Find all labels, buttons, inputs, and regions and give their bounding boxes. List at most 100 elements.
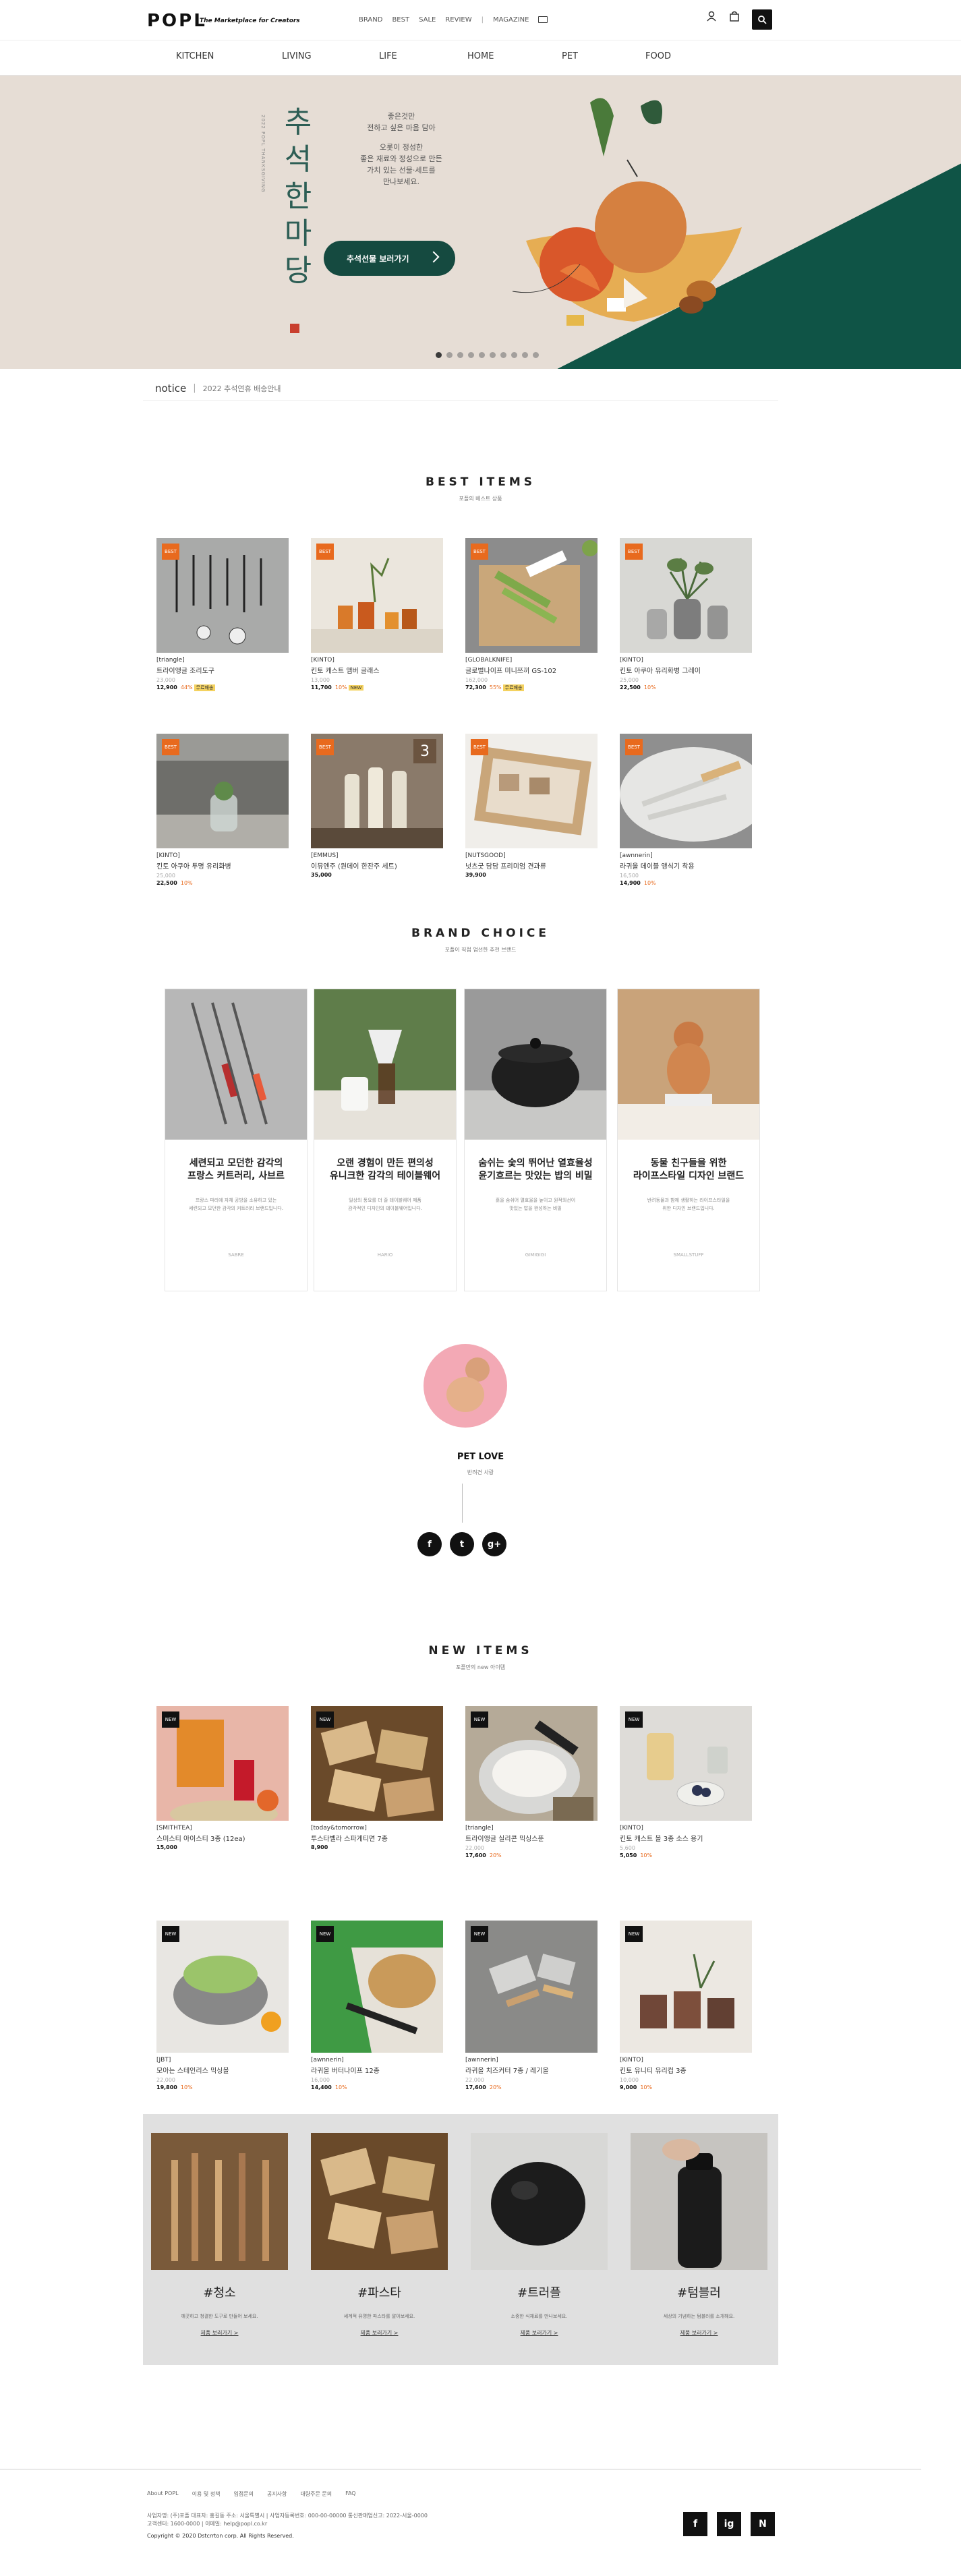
footer-link-policy[interactable]: 이용 및 정책 [192, 2490, 221, 2498]
google-plus-icon[interactable]: g+ [482, 1532, 506, 1556]
book-icon[interactable] [538, 16, 548, 23]
notice-bar[interactable]: notice | 2022 추석연휴 배송안내 [143, 376, 778, 401]
slide-dot[interactable] [533, 352, 539, 358]
footer-facebook-icon[interactable]: f [683, 2512, 707, 2536]
product-image[interactable]: BEST [620, 538, 752, 653]
product-card[interactable]: NEW [KINTO] 킨토 캐스트 볼 3종 소스 용기 5,600 5,05… [620, 1706, 752, 1858]
product-card[interactable]: NEW [awnnerin] 라귀올 버터나이프 12종 16,000 14,4… [311, 1921, 443, 2090]
hashtag-more-link[interactable]: 제품 보러가기 > [151, 2329, 288, 2337]
footer-link-about[interactable]: About POPL [147, 2490, 179, 2498]
product-image[interactable]: BEST [465, 734, 598, 848]
category-home[interactable]: HOME [467, 51, 494, 61]
product-image[interactable]: BEST [156, 538, 289, 653]
gnb-review[interactable]: REVIEW [445, 16, 471, 24]
slide-dot[interactable] [446, 352, 453, 358]
product-name[interactable]: 넛츠굿 담담 프리미엄 견과류 [465, 860, 598, 871]
hashtag-card[interactable]: #파스타 세계적 유명한 파스타를 알아보세요. 제품 보러가기 > [311, 2133, 448, 2337]
product-name[interactable]: 킨토 캐스트 앰버 글래스 [311, 665, 443, 675]
user-icon[interactable] [707, 11, 716, 22]
category-pet[interactable]: PET [562, 51, 578, 61]
product-image[interactable]: NEW [465, 1706, 598, 1821]
footer-link-notice[interactable]: 공지사항 [267, 2490, 287, 2498]
pet-love-image[interactable] [424, 1344, 507, 1428]
category-kitchen[interactable]: KITCHEN [176, 51, 214, 61]
product-name[interactable]: 모아는 스테인리스 믹싱볼 [156, 2065, 289, 2075]
category-living[interactable]: LIVING [282, 51, 312, 61]
footer-link-partnership[interactable]: 입점문의 [234, 2490, 254, 2498]
category-life[interactable]: LIFE [379, 51, 397, 61]
brand-card[interactable]: 세련되고 모던한 감각의 프랑스 커트러리, 사브르 프랑스 파리에 자체 공방… [165, 989, 308, 1291]
product-image[interactable]: NEW [311, 1921, 443, 2053]
brand-card[interactable]: 숨쉬는 숯의 뛰어난 열효율성 윤기흐르는 맛있는 밥의 비밀 흙을 숨쉬어 열… [464, 989, 607, 1291]
slide-dot[interactable] [500, 352, 506, 358]
product-name[interactable]: 라귀올 데이블 앵식기 착용 [620, 860, 752, 871]
gnb-magazine[interactable]: MAGAZINE [493, 16, 529, 24]
product-name[interactable]: 트라이앵글 실리콘 믹싱스푼 [465, 1833, 598, 1843]
bag-icon[interactable] [730, 11, 739, 22]
product-card[interactable]: NEW [JBT] 모아는 스테인리스 믹싱볼 22,000 19,800 10% [156, 1921, 289, 2090]
product-card[interactable]: BEST [KINTO] 킨토 아쿠아 투명 유리화병 25,000 22,50… [156, 734, 289, 886]
hashtag-card[interactable]: #텀블러 세상의 기념하는 텀블러를 소개해요. 제품 보러가기 > [631, 2133, 767, 2337]
product-name[interactable]: 킨토 유니티 유리컵 3종 [620, 2065, 752, 2075]
product-image[interactable]: NEW [620, 1921, 752, 2053]
product-name[interactable]: 스미스티 아이스티 3종 (12ea) [156, 1833, 289, 1843]
logo[interactable]: POPL [147, 11, 207, 31]
hero-cta-button[interactable]: 추석선물 보러가기 [324, 241, 455, 276]
product-card[interactable]: NEW [SMITHTEA] 스미스티 아이스티 3종 (12ea) 15,00… [156, 1706, 289, 1850]
product-card[interactable]: BEST [awnnerin] 라귀올 데이블 앵식기 착용 16,500 14… [620, 734, 752, 886]
hashtag-image[interactable] [631, 2133, 767, 2270]
product-name[interactable]: 이뮤엔주 (원데이 한잔주 세트) [311, 860, 443, 871]
product-image[interactable]: NEW [156, 1921, 289, 2053]
gnb-sale[interactable]: SALE [419, 16, 436, 24]
product-image[interactable]: BEST [156, 734, 289, 848]
brand-card[interactable]: 오랜 경험이 만든 편의성 유니크한 감각의 테이블웨어 일상의 풍요를 더 줄… [314, 989, 457, 1291]
footer-link-faq[interactable]: FAQ [345, 2490, 356, 2498]
product-card[interactable]: BEST [KINTO] 킨토 캐스트 앰버 글래스 13,000 11,700… [311, 538, 443, 691]
notice-text[interactable]: 2022 추석연휴 배송안내 [203, 383, 281, 394]
product-image[interactable]: NEW [620, 1706, 752, 1821]
slide-dot[interactable] [457, 352, 463, 358]
product-name[interactable]: 투스타벨라 스파게티면 7종 [311, 1833, 443, 1843]
slide-dot[interactable] [479, 352, 485, 358]
hashtag-more-link[interactable]: 제품 보러가기 > [631, 2329, 767, 2337]
footer-instagram-icon[interactable]: ig [717, 2512, 741, 2536]
product-card[interactable]: NEW [awnnerin] 라귀올 치즈커터 7종 / 레기올 22,000 … [465, 1921, 598, 2090]
brand-card[interactable]: 동물 친구들을 위한 라이프스타일 디자인 브랜드 반려동물과 함께 생활하는 … [617, 989, 760, 1291]
product-name[interactable]: 라귀올 치즈커터 7종 / 레기올 [465, 2065, 598, 2075]
product-card[interactable]: BEST 3 [EMMUS] 이뮤엔주 (원데이 한잔주 세트) 35,000 [311, 734, 443, 878]
slide-dot[interactable] [511, 352, 517, 358]
product-card[interactable]: NEW [KINTO] 킨토 유니티 유리컵 3종 10,000 9,000 10… [620, 1921, 752, 2090]
product-image[interactable]: BEST [311, 538, 443, 653]
gnb-best[interactable]: BEST [392, 16, 409, 24]
product-card[interactable]: BEST [GLOBALKNIFE] 글로벌나이프 미니쯔끼 GS-102 16… [465, 538, 598, 691]
search-button[interactable] [752, 9, 772, 30]
hashtag-image[interactable] [311, 2133, 448, 2270]
product-image[interactable]: NEW [465, 1921, 598, 2053]
slide-dot[interactable] [436, 352, 442, 358]
product-card[interactable]: BEST [triangle] 트라이앵글 조리도구 23,000 12,900… [156, 538, 289, 691]
footer-naver-icon[interactable]: N [751, 2512, 775, 2536]
product-image[interactable]: BEST [465, 538, 598, 653]
product-image[interactable]: BEST [620, 734, 752, 848]
slide-dot[interactable] [490, 352, 496, 358]
slide-dot[interactable] [468, 352, 474, 358]
footer-link-bulk-order[interactable]: 대량주문 문의 [300, 2490, 332, 2498]
hashtag-more-link[interactable]: 제품 보러가기 > [471, 2329, 608, 2337]
product-image[interactable]: NEW [156, 1706, 289, 1821]
product-card[interactable]: NEW [today&tomorrow] 투스타벨라 스파게티면 7종 8,90… [311, 1706, 443, 1850]
product-image[interactable]: NEW [311, 1706, 443, 1821]
gnb-brand[interactable]: BRAND [359, 16, 382, 24]
product-image[interactable]: BEST 3 [311, 734, 443, 848]
hashtag-more-link[interactable]: 제품 보러가기 > [311, 2329, 448, 2337]
product-name[interactable]: 글로벌나이프 미니쯔끼 GS-102 [465, 665, 598, 675]
facebook-icon[interactable]: f [417, 1532, 442, 1556]
product-name[interactable]: 킨토 아쿠아 투명 유리화병 [156, 860, 289, 871]
product-card[interactable]: BEST [NUTSGOOD] 넛츠굿 담담 프리미엄 견과류 39,900 [465, 734, 598, 878]
slide-dot[interactable] [522, 352, 528, 358]
category-food[interactable]: FOOD [645, 51, 671, 61]
hero-banner[interactable]: 2022 POPL THANKSGIVING 추석한마당 좋은것만 전하고 싶은… [0, 76, 961, 369]
product-name[interactable]: 킨토 캐스트 볼 3종 소스 용기 [620, 1833, 752, 1843]
product-card[interactable]: BEST [KINTO] 킨토 아쿠아 유리화병 그레이 25,000 22,5… [620, 538, 752, 691]
product-name[interactable]: 트라이앵글 조리도구 [156, 665, 289, 675]
product-name[interactable]: 라귀올 버터나이프 12종 [311, 2065, 443, 2075]
